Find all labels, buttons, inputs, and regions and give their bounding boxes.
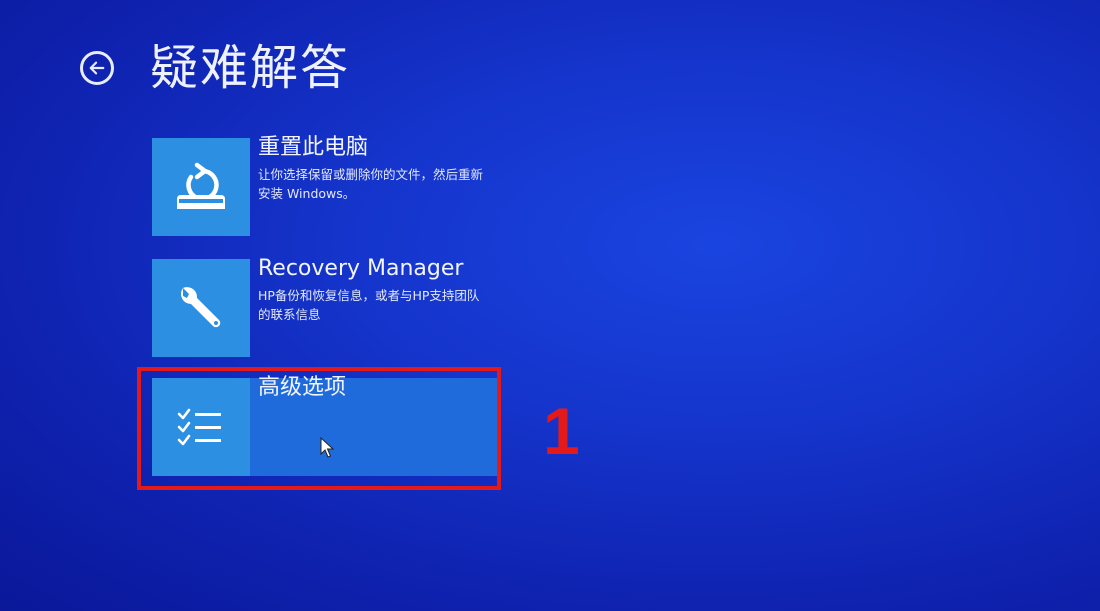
page-title: 疑难解答 — [150, 40, 351, 96]
option-title: 重置此电脑 — [258, 135, 369, 160]
checklist-icon — [177, 408, 221, 446]
option-tile — [152, 138, 250, 236]
back-arrow-icon — [89, 61, 105, 75]
option-description: HP备份和恢复信息，或者与HP支持团队的联系信息 — [258, 288, 480, 322]
option-recovery-manager[interactable]: Recovery Manager HP备份和恢复信息，或者与HP支持团队的联系信… — [152, 256, 492, 357]
annotation-step-number: 1 — [543, 394, 580, 468]
mouse-cursor-icon — [320, 437, 334, 458]
reset-pc-icon — [177, 162, 225, 209]
option-reset-pc[interactable]: 重置此电脑 让你选择保留或删除你的文件，然后重新安装 Windows。 — [152, 135, 492, 236]
back-button[interactable] — [80, 51, 114, 85]
option-title: Recovery Manager — [258, 256, 464, 281]
option-title: 高级选项 — [258, 375, 347, 400]
option-tile — [152, 259, 250, 357]
option-advanced-options[interactable]: 高级选项 — [152, 375, 498, 476]
option-description: 让你选择保留或删除你的文件，然后重新安装 Windows。 — [258, 167, 484, 201]
option-tile — [152, 378, 250, 476]
wrench-icon — [181, 287, 221, 328]
